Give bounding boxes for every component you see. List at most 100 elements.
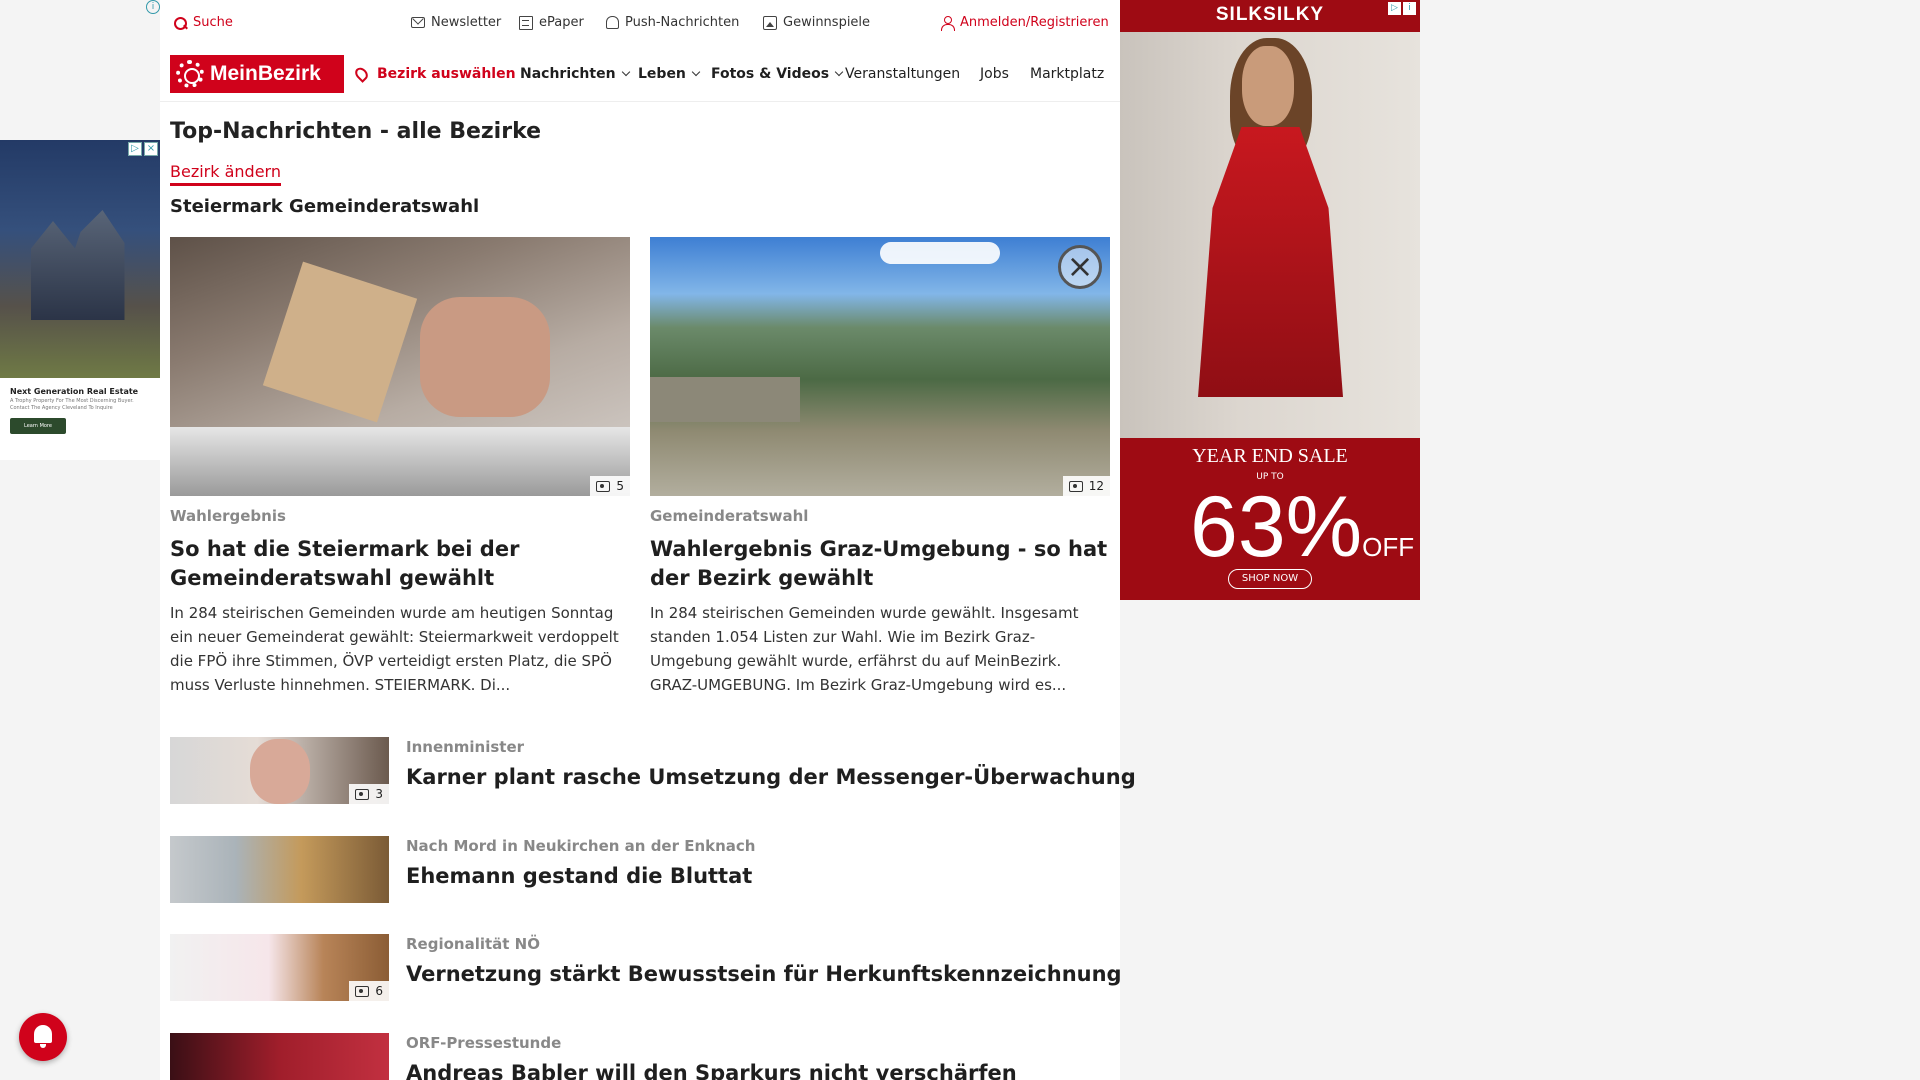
newsletter-label: Newsletter	[431, 15, 502, 30]
ad-info-icon[interactable]: ▷	[128, 142, 142, 156]
list-thumbnail[interactable]: 6	[170, 934, 389, 1001]
search-link[interactable]: Suche	[173, 15, 233, 30]
left-ad-banner[interactable]: ▷ × Next Generation Real Estate A Trophy…	[0, 140, 160, 460]
page-title: Top-Nachrichten - alle Bezirke	[170, 119, 542, 144]
gewinnspiele-label: Gewinnspiele	[783, 15, 871, 30]
right-ad-cta-button[interactable]: SHOP NOW	[1228, 569, 1312, 589]
right-ad-off: OFF	[1362, 532, 1415, 562]
location-pin-icon	[352, 65, 371, 83]
camera-icon	[1068, 480, 1083, 492]
main-column: i Suche Newsletter ePaper Push-Nachricht…	[146, 0, 1136, 1080]
list-title[interactable]: Karner plant rasche Umsetzung der Messen…	[406, 765, 1136, 789]
teaser-text: In 284 steirischen Gemeinden wurde am he…	[170, 604, 619, 694]
ad-choices[interactable]: ▷ i	[1388, 2, 1416, 15]
list-kicker: Nach Mord in Neukirchen an der Enknach	[406, 837, 756, 855]
search-label: Suche	[193, 15, 233, 30]
right-ad-percent-value: 63%	[1190, 479, 1363, 575]
ad-close-icon[interactable]: ×	[144, 142, 158, 156]
list-kicker: ORF-Pressestunde	[406, 1034, 562, 1052]
list-thumbnail[interactable]: 3	[170, 737, 389, 804]
photo-count: 3	[375, 787, 383, 801]
list-kicker: Regionalität NÖ	[406, 935, 540, 953]
search-icon	[173, 16, 187, 30]
nav-leben-label: Leben	[638, 66, 686, 82]
bezirk-select[interactable]: Bezirk auswählen	[352, 65, 516, 83]
right-ad-percent: 63%OFF	[1190, 478, 1414, 577]
nav-marktplatz[interactable]: Marktplatz	[1030, 66, 1104, 82]
list-thumbnail[interactable]	[170, 1033, 389, 1080]
teaser-image[interactable]: × 12	[650, 237, 1110, 496]
login-label: Anmelden/Registrieren	[960, 15, 1109, 30]
gewinnspiele-link[interactable]: Gewinnspiele	[763, 15, 870, 30]
right-ad-brand: SILKSILKY	[1215, 4, 1325, 25]
logo-text: MeinBezirk	[210, 62, 321, 85]
nav-jobs-label: Jobs	[980, 66, 1009, 82]
push-label: Push-Nachrichten	[625, 15, 740, 30]
list-item[interactable]: 3 Innenminister Karner plant rasche Umse…	[170, 737, 1136, 804]
list-title[interactable]: Andreas Babler will den Sparkurs nicht v…	[406, 1061, 1017, 1080]
prize-icon	[763, 15, 777, 30]
newsletter-link[interactable]: Newsletter	[411, 15, 501, 30]
teaser-card[interactable]: × 12 Gemeinderatswahl Wahlergebnis Graz-…	[650, 237, 1110, 697]
nav-fotos-videos[interactable]: Fotos & Videos	[711, 66, 844, 82]
teaser-image[interactable]: 5	[170, 237, 630, 496]
camera-icon	[355, 985, 370, 997]
photo-count: 12	[1088, 479, 1104, 493]
left-ad-cta-button[interactable]: Learn More	[10, 418, 66, 434]
camera-icon	[596, 480, 611, 492]
nav-nachrichten[interactable]: Nachrichten	[520, 66, 630, 82]
nav-marktplatz-label: Marktplatz	[1030, 66, 1105, 82]
photo-count-badge: 12	[1062, 476, 1110, 496]
main-navigation: MeinBezirk Bezirk auswählen Nachrichten …	[160, 46, 1120, 102]
chevron-down-icon	[621, 67, 630, 77]
left-ad-image: ▷ ×	[0, 140, 160, 378]
ad-play-icon[interactable]: ▷	[1388, 2, 1401, 15]
change-district-link[interactable]: Bezirk ändern	[170, 162, 281, 186]
chevron-down-icon	[691, 67, 701, 77]
teaser-title[interactable]: Wahlergebnis Graz-Umgebung - so hat der …	[650, 535, 1110, 593]
photo-count-badge: 3	[349, 784, 389, 804]
ad-choices[interactable]: ▷ ×	[128, 142, 158, 156]
teaser-card[interactable]: 5 Wahlergebnis So hat die Steiermark bei…	[170, 237, 630, 697]
close-icon[interactable]: ×	[1058, 245, 1102, 289]
list-title[interactable]: Vernetzung stärkt Bewusstsein für Herkun…	[406, 962, 1122, 986]
nav-fotos-label: Fotos & Videos	[711, 66, 830, 82]
teaser-title[interactable]: So hat die Steiermark bei der Gemeindera…	[170, 535, 630, 593]
notification-bell-button[interactable]	[19, 1013, 67, 1061]
right-ad-banner[interactable]: SILKSILKY ▷ i YEAR END SALE UP TO 63%OFF…	[1120, 0, 1420, 600]
list-item[interactable]: Nach Mord in Neukirchen an der Enknach E…	[170, 836, 1110, 903]
photo-count: 5	[616, 479, 624, 493]
login-link[interactable]: Anmelden/Registrieren	[940, 15, 1109, 31]
left-ad-body: A Trophy Property For The Most Discernin…	[10, 398, 134, 411]
teaser-kicker: Gemeinderatswahl	[650, 507, 809, 525]
chevron-down-icon	[834, 67, 844, 77]
left-ad-title: Next Generation Real Estate	[10, 387, 139, 396]
ad-info-icon[interactable]: i	[1403, 2, 1416, 15]
bell-icon	[606, 16, 619, 29]
teaser-kicker: Wahlergebnis	[170, 507, 286, 525]
list-title[interactable]: Ehemann gestand die Bluttat	[406, 864, 752, 888]
right-ad-headline: YEAR END SALE	[1192, 445, 1348, 467]
photo-count-badge: 5	[590, 476, 630, 496]
list-thumbnail[interactable]	[170, 836, 389, 903]
photo-count-badge: 6	[349, 981, 389, 1001]
list-item[interactable]: 6 Regionalität NÖ Vernetzung stärkt Bewu…	[170, 934, 1122, 1001]
section-title: Steiermark Gemeinderatswahl	[170, 196, 480, 217]
nav-veranstaltungen[interactable]: Veranstaltungen	[845, 66, 960, 82]
list-item[interactable]: ORF-Pressestunde Andreas Babler will den…	[170, 1033, 1110, 1080]
epaper-label: ePaper	[539, 15, 584, 30]
utility-bar: i Suche Newsletter ePaper Push-Nachricht…	[146, 0, 1120, 46]
nav-leben[interactable]: Leben	[638, 66, 701, 82]
nav-veranstaltungen-label: Veranstaltungen	[845, 66, 961, 82]
site-logo[interactable]: MeinBezirk	[170, 55, 344, 93]
epaper-link[interactable]: ePaper	[519, 15, 584, 30]
photo-count: 6	[375, 984, 383, 998]
ad-info-icon[interactable]: i	[146, 0, 160, 14]
teaser-text: In 284 steirischen Gemeinden wurde gewäh…	[650, 604, 1079, 694]
logo-flower-icon	[176, 60, 204, 88]
newspaper-icon	[519, 15, 533, 30]
right-ad-image	[1120, 32, 1420, 438]
nav-jobs[interactable]: Jobs	[980, 66, 1009, 82]
push-notifications-link[interactable]: Push-Nachrichten	[606, 15, 739, 30]
nav-nachrichten-label: Nachrichten	[520, 66, 616, 82]
